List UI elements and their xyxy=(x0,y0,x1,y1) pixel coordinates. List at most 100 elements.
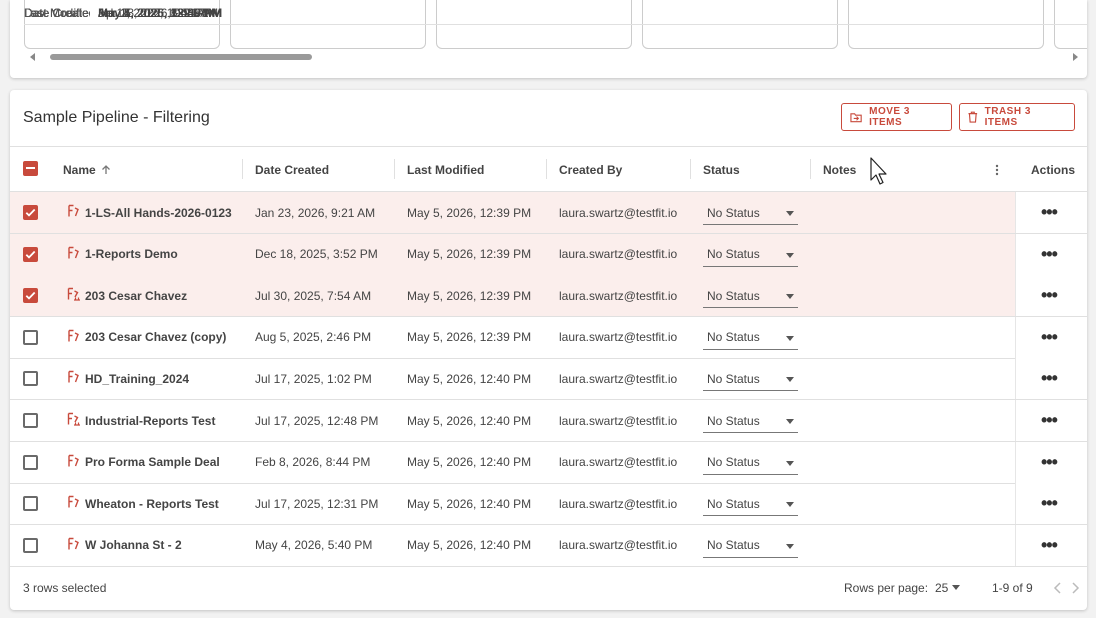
table-row[interactable]: 203 Cesar Chavez (copy) Aug 5, 2025, 2:4… xyxy=(10,316,1087,359)
status-select[interactable]: No Status xyxy=(703,409,798,433)
row-date-created: Jul 17, 2025, 12:31 PM xyxy=(255,496,379,511)
status-select[interactable]: No Status xyxy=(703,451,798,475)
scroll-right-arrow-icon[interactable] xyxy=(1073,53,1078,61)
status-select[interactable]: No Status xyxy=(703,326,798,350)
column-divider[interactable] xyxy=(690,159,691,179)
column-header-notes[interactable]: Notes xyxy=(823,147,856,192)
more-actions-icon[interactable]: ••• xyxy=(1041,536,1058,554)
table-row[interactable]: Wheaton - Reports Test Jul 17, 2025, 12:… xyxy=(10,483,1087,526)
row-name[interactable]: W Johanna St - 2 xyxy=(85,525,182,566)
row-date-created: Aug 5, 2025, 2:46 PM xyxy=(255,330,372,345)
more-actions-icon[interactable]: ••• xyxy=(1041,494,1058,512)
rows-per-page-select[interactable]: 25 xyxy=(935,581,948,595)
feasibility-icon xyxy=(68,204,79,217)
more-actions-icon[interactable]: ••• xyxy=(1041,203,1058,221)
move-items-label: MOVE 3 ITEMS xyxy=(869,106,910,128)
row-checkbox[interactable] xyxy=(23,329,38,345)
row-last-modified: May 5, 2026, 12:40 PM xyxy=(407,413,532,428)
status-select[interactable]: No Status xyxy=(703,492,798,517)
column-header-date-created[interactable]: Date Created xyxy=(255,147,329,192)
table-row[interactable]: 1-LS-All Hands-2026-0123 Jan 23, 2026, 9… xyxy=(10,192,1087,234)
select-all-checkbox[interactable] xyxy=(23,161,38,176)
table-row[interactable]: Pro Forma Sample Deal Feb 8, 2026, 8:44 … xyxy=(10,441,1087,484)
row-name[interactable]: Wheaton - Reports Test xyxy=(85,483,219,524)
project-card[interactable]: Date Created Last Modified xyxy=(24,0,1087,49)
status-select[interactable]: No Status xyxy=(703,243,798,267)
row-name[interactable]: Industrial-Reports Test xyxy=(85,400,215,441)
feasibility-icon xyxy=(68,329,79,342)
status-caret-icon xyxy=(786,419,794,424)
horizontal-scrollbar[interactable] xyxy=(40,53,1070,61)
status-select[interactable]: No Status xyxy=(703,284,798,309)
trash-items-button[interactable]: TRASH 3 ITEMS xyxy=(959,103,1075,131)
table-row[interactable]: 203 Cesar Chavez Jul 30, 2025, 7:54 AM M… xyxy=(10,275,1087,318)
more-actions-icon[interactable]: ••• xyxy=(1041,453,1058,471)
row-last-modified: May 5, 2026, 12:40 PM xyxy=(407,371,532,386)
sort-ascending-icon[interactable] xyxy=(100,164,112,176)
feasibility-icon xyxy=(68,246,79,259)
status-caret-icon xyxy=(786,502,794,508)
row-last-modified: May 5, 2026, 12:39 PM xyxy=(407,288,532,303)
row-date-created: Jul 17, 2025, 12:48 PM xyxy=(255,413,379,428)
column-header-name[interactable]: Name xyxy=(63,147,112,192)
status-select[interactable]: No Status xyxy=(703,534,798,558)
row-created-by: laura.swartz@testfit.io xyxy=(559,330,678,345)
next-page-icon[interactable] xyxy=(1069,581,1081,595)
trash-items-label: TRASH 3 ITEMS xyxy=(984,106,1031,128)
row-checkbox[interactable] xyxy=(23,288,38,304)
column-header-actions: Actions xyxy=(1031,162,1076,177)
column-header-status[interactable]: Status xyxy=(703,147,740,192)
status-caret-icon xyxy=(786,460,794,466)
table-row[interactable]: HD_Training_2024 Jul 17, 2025, 1:02 PM M… xyxy=(10,358,1087,401)
status-select[interactable]: No Status xyxy=(703,201,798,225)
column-menu-icon[interactable] xyxy=(995,147,999,192)
row-name[interactable]: 203 Cesar Chavez xyxy=(85,275,187,316)
row-name[interactable]: HD_Training_2024 xyxy=(85,358,189,399)
column-divider[interactable] xyxy=(546,159,547,179)
column-divider[interactable] xyxy=(242,159,243,179)
row-name[interactable]: 1-LS-All Hands-2026-0123 xyxy=(85,192,232,233)
row-checkbox[interactable] xyxy=(23,205,38,220)
more-actions-icon[interactable]: ••• xyxy=(1041,286,1058,304)
table-header: Name Date Created Last Modified Created … xyxy=(10,147,1087,192)
status-caret-icon xyxy=(786,377,794,383)
status-caret-icon xyxy=(786,335,794,341)
scrollbar-thumb[interactable] xyxy=(50,54,312,60)
table-row[interactable]: Industrial-Reports Test Jul 17, 2025, 12… xyxy=(10,400,1087,442)
mouse-cursor-icon xyxy=(870,157,887,185)
row-checkbox[interactable] xyxy=(23,454,38,470)
feasibility-icon xyxy=(68,495,79,508)
row-checkbox[interactable] xyxy=(23,537,38,553)
prev-page-icon[interactable] xyxy=(1052,581,1064,595)
pagination-range: 1-9 of 9 xyxy=(992,581,1033,595)
scroll-left-arrow-icon[interactable] xyxy=(30,53,35,61)
row-checkbox[interactable] xyxy=(23,413,38,428)
row-last-modified: May 5, 2026, 12:40 PM xyxy=(407,538,532,553)
table-footer: 3 rows selected Rows per page: 25 1-9 of… xyxy=(10,568,1087,610)
more-actions-icon[interactable]: ••• xyxy=(1041,245,1058,263)
column-divider[interactable] xyxy=(394,159,395,179)
table-row[interactable]: W Johanna St - 2 May 4, 2026, 5:40 PM Ma… xyxy=(10,524,1087,567)
rows-per-page-caret-icon[interactable] xyxy=(952,585,960,590)
row-name[interactable]: 203 Cesar Chavez (copy) xyxy=(85,317,226,358)
table-row[interactable]: 1-Reports Demo Dec 18, 2025, 3:52 PM May… xyxy=(10,233,1087,276)
row-checkbox[interactable] xyxy=(23,496,38,512)
column-divider[interactable] xyxy=(810,159,811,179)
column-header-last-modified[interactable]: Last Modified xyxy=(407,147,484,192)
row-date-created: May 4, 2026, 5:40 PM xyxy=(255,538,373,553)
more-actions-icon[interactable]: ••• xyxy=(1041,411,1058,429)
move-items-button[interactable]: MOVE 3 ITEMS xyxy=(841,103,952,131)
feasibility-icon xyxy=(68,537,79,550)
more-actions-icon[interactable]: ••• xyxy=(1041,328,1058,346)
status-select[interactable]: No Status xyxy=(703,367,798,392)
row-checkbox[interactable] xyxy=(23,246,38,262)
more-actions-icon[interactable]: ••• xyxy=(1041,369,1058,387)
row-name[interactable]: Pro Forma Sample Deal xyxy=(85,442,220,483)
row-last-modified: May 5, 2026, 12:39 PM xyxy=(407,330,532,345)
row-name[interactable]: 1-Reports Demo xyxy=(85,234,178,275)
row-created-by: laura.swartz@testfit.io xyxy=(559,455,678,470)
status-caret-icon xyxy=(786,543,794,549)
status-caret-icon xyxy=(786,211,794,216)
row-checkbox[interactable] xyxy=(23,371,38,387)
column-header-created-by[interactable]: Created By xyxy=(559,147,622,192)
